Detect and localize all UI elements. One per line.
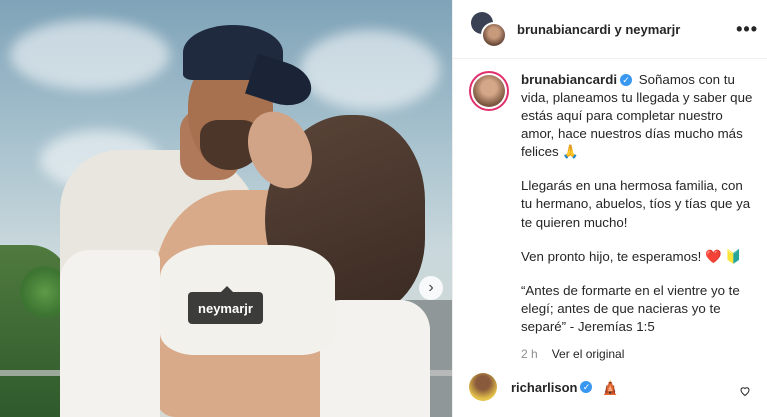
caption-meta: 2 h Ver el original [521,346,754,362]
comment-text: 🛕 [601,378,619,395]
verified-badge-icon: ✓ [620,74,633,87]
post-authors[interactable]: brunabiancardi y neymarjr [517,22,736,37]
caption-body: brunabiancardi ✓ Soñamos con tu vida, pla… [521,71,754,362]
avatar[interactable] [469,373,497,401]
user-tag[interactable]: neymarjr [188,286,263,324]
user-tag-label: neymarjr [198,300,253,316]
collab-avatars[interactable] [471,12,507,48]
see-original-link[interactable]: Ver el original [552,346,625,362]
avatar [481,22,507,48]
cardigan-right [320,300,430,417]
caption-paragraph: Ven pronto hijo, te esperamos! ❤️ 🔰 [521,248,742,264]
cloud [300,30,440,110]
cloud [10,20,170,90]
post-side-panel: brunabiancardi y neymarjr ••• brunabianc… [452,0,767,417]
comment-username[interactable]: richarlison [511,380,577,395]
caption-avatar[interactable] [469,71,509,111]
more-options-icon[interactable]: ••• [736,19,758,40]
caption-paragraph: Llegarás en una hermosa familia, con tu … [521,178,751,230]
caption-paragraph: “Antes de formarte en el vientre yo te e… [521,282,740,334]
post-time: 2 h [521,346,538,361]
caption-username[interactable]: brunabiancardi [521,72,617,87]
caption-paragraph: brunabiancardi ✓ Soñamos con tu vida, pla… [521,71,754,161]
post-header: brunabiancardi y neymarjr ••• [453,0,767,59]
chevron-right-icon: › [428,279,434,296]
post-photo[interactable]: neymarjr › [0,0,452,417]
heart-icon[interactable] [739,385,751,397]
verified-badge-icon: ✓ [580,381,593,393]
comment-row: richarlison ✓ 🛕 [469,373,759,401]
cardigan-left [60,250,160,417]
next-image-button[interactable]: › [419,276,443,300]
caption: brunabiancardi ✓ Soñamos con tu vida, pla… [453,59,767,362]
